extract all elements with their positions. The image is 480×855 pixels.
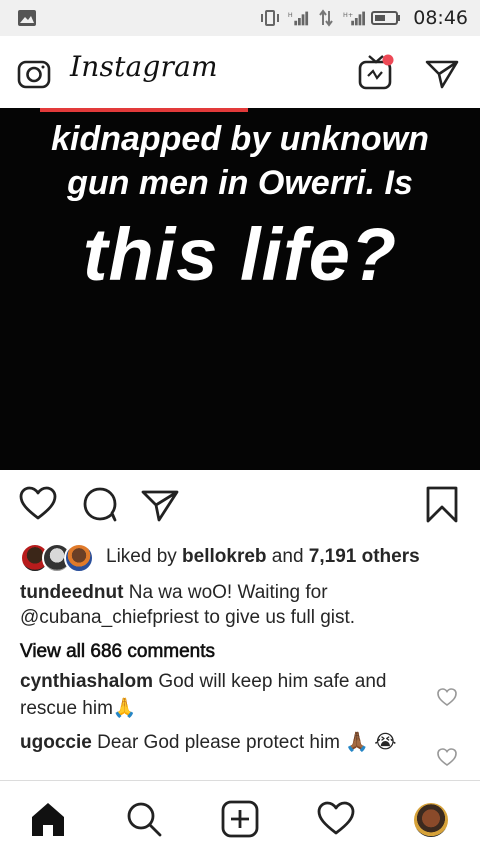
comment-item: ugoccie Dear God please protect him 🙏🏾 😭 [20, 729, 430, 756]
image-text-line-1: kidnapped by unknown [51, 120, 429, 158]
comment-icon[interactable] [80, 484, 120, 524]
camera-icon[interactable] [16, 56, 52, 92]
svg-text:H+: H+ [343, 11, 353, 19]
data-arrows-icon [315, 9, 337, 27]
svg-text:H: H [288, 11, 293, 19]
app-bar: Instagram [0, 36, 480, 109]
battery-icon [371, 9, 401, 27]
direct-message-icon[interactable] [424, 56, 460, 92]
signal-h-icon: H [287, 9, 309, 27]
likes-text: Liked by bellokreb and 7,191 others [106, 546, 420, 567]
clock: 08:46 [413, 7, 468, 29]
add-post-icon[interactable] [220, 799, 260, 839]
caption-username[interactable]: tundeednut [20, 582, 123, 603]
view-all-comments-link[interactable]: View all 686 comments [20, 641, 216, 663]
post-caption: tundeednut Na wa woO! Waiting for @cuban… [20, 580, 460, 630]
comment-text: Dear God please protect him 🙏🏾 😭 [91, 732, 397, 753]
liker-username[interactable]: bellokreb [182, 546, 266, 567]
comment-like-heart-icon[interactable] [436, 746, 458, 768]
image-icon [16, 9, 38, 27]
likes-count[interactable]: 7,191 others [309, 546, 420, 567]
likes-row[interactable]: Liked by bellokreb and 7,191 others [20, 540, 470, 574]
activity-heart-icon[interactable] [316, 799, 356, 839]
comment-username[interactable]: cynthiashalom [20, 671, 153, 692]
signal-h-plus-icon: H+ [343, 9, 366, 27]
comment-item: cynthiashalom God will keep him safe and… [20, 668, 430, 722]
comment-like-heart-icon[interactable] [436, 686, 458, 708]
instagram-logo: Instagram [70, 50, 218, 83]
image-red-bar [40, 108, 248, 112]
home-icon[interactable] [28, 799, 68, 839]
post-actions [0, 478, 480, 532]
bookmark-icon[interactable] [422, 484, 462, 524]
comment-username[interactable]: ugoccie [20, 732, 92, 753]
igtv-icon[interactable] [356, 52, 396, 92]
image-text-line-3: this life? [82, 213, 398, 296]
image-text-line-2: gun men in Owerri. Is [67, 164, 413, 202]
bottom-nav [0, 780, 480, 855]
vibrate-icon [259, 9, 281, 27]
heart-icon[interactable] [18, 484, 58, 524]
share-icon[interactable] [140, 484, 180, 524]
status-bar: H H+ 08:46 [0, 0, 480, 36]
avatar [64, 543, 94, 573]
search-icon[interactable] [124, 799, 164, 839]
liker-avatars [20, 543, 100, 573]
profile-avatar[interactable] [414, 803, 448, 837]
post-image[interactable]: kidnapped by unknown gun men in Owerri. … [0, 108, 480, 470]
